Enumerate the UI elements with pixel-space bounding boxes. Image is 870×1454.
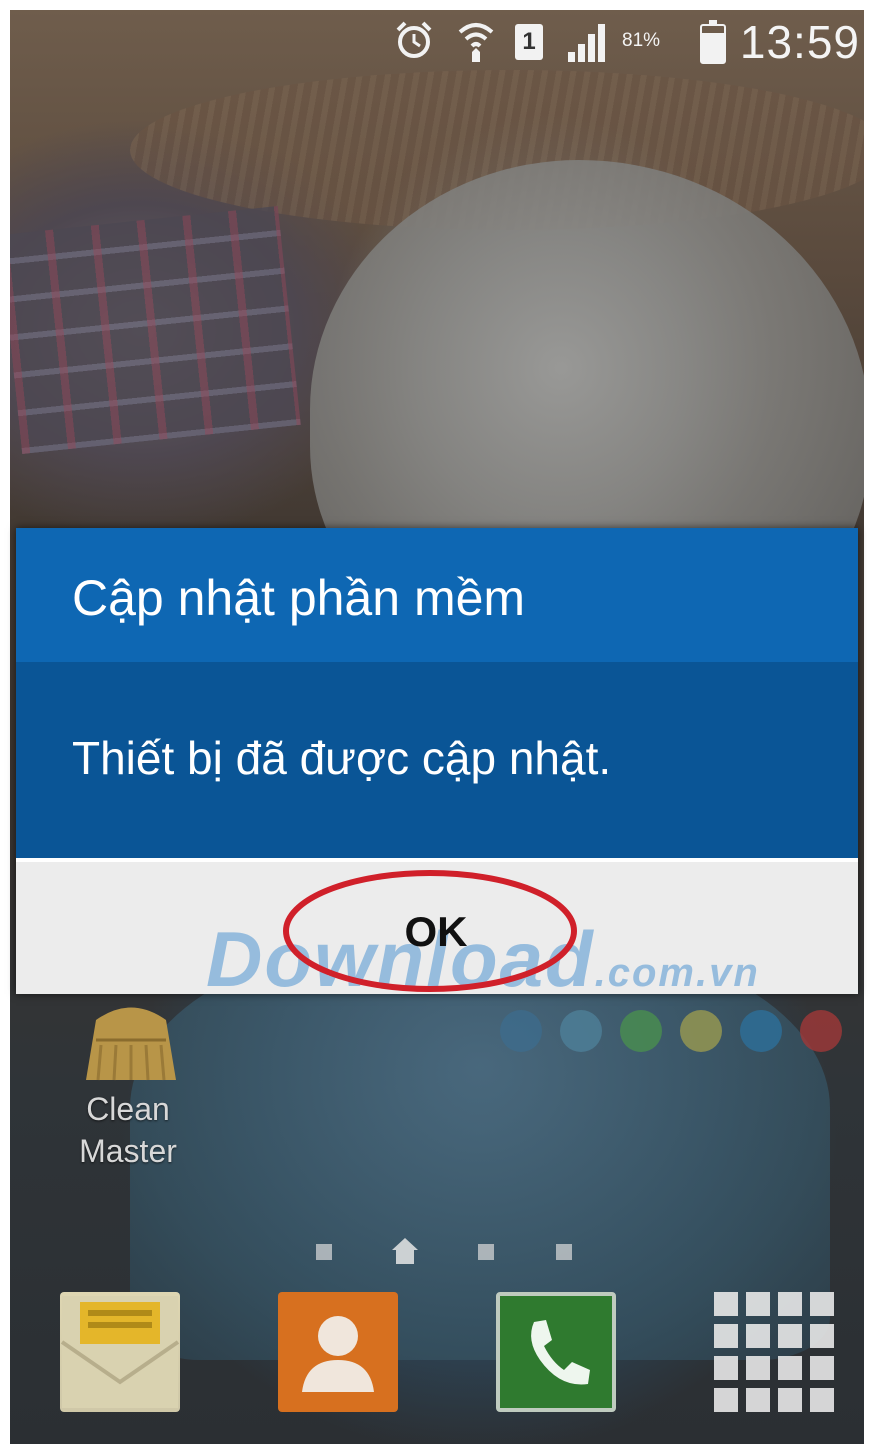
phone-icon[interactable] [496,1292,616,1412]
contacts-icon[interactable] [278,1292,398,1412]
app-clean-master[interactable]: Clean Master [58,1000,198,1180]
wifi-icon [458,23,494,62]
page-marker [316,1244,332,1260]
sim-icon: 1 [515,24,543,60]
wallpaper-detail [10,205,301,455]
page-dot[interactable] [620,1010,662,1052]
dialog-body: Thiết bị đã được cập nhật. [16,662,858,858]
software-update-dialog: Cập nhật phần mềm Thiết bị đã được cập n… [16,528,858,1003]
messages-icon[interactable] [60,1292,180,1412]
dialog-footer: Download.com.vn OK [16,858,858,1003]
ok-button[interactable]: OK [356,892,516,972]
home-icon [392,1238,418,1264]
status-bar: 1 81% 13:59 [10,10,864,74]
page-dot[interactable] [800,1010,842,1052]
page-indicator [500,1010,864,1060]
dock [10,1290,864,1430]
dialog-header: Cập nhật phần mềm [16,528,858,662]
page-marker [556,1244,572,1260]
apps-grid-icon[interactable] [714,1292,834,1412]
home-page-indicator [310,1230,590,1270]
signal-icon [568,24,605,62]
app-label: Clean Master [79,1091,177,1169]
dialog-message: Thiết bị đã được cập nhật. [72,732,612,784]
page-marker [478,1244,494,1260]
watermark-domain: .com.vn [594,951,760,995]
broom-icon [86,1007,176,1081]
page-dot[interactable] [560,1010,602,1052]
clock: 13:59 [739,16,860,68]
battery-percent: 81% [622,30,661,51]
battery-icon [700,20,726,64]
dialog-title: Cập nhật phần mềm [72,570,526,626]
page-dot[interactable] [680,1010,722,1052]
page-dot[interactable] [500,1010,542,1052]
page-dot[interactable] [740,1010,782,1052]
alarm-icon [396,21,432,58]
